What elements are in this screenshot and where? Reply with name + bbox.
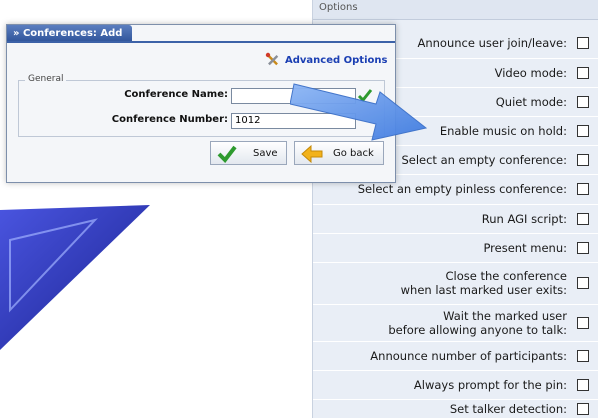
option-row-announce-participants: Announce number of participants:	[313, 341, 598, 371]
option-label-line: Wait the marked user	[443, 308, 567, 323]
option-row-wait-marked-user: Wait the marked user before allowing any…	[313, 304, 598, 342]
option-label: Set talker detection:	[449, 401, 567, 416]
option-row-close-conference: Close the conference when last marked us…	[313, 262, 598, 305]
option-label: Enable music on hold:	[439, 123, 567, 138]
option-checkbox-close-conference[interactable]	[577, 277, 589, 289]
save-button-label: Save	[253, 148, 278, 159]
option-label-line: before allowing anyone to talk:	[388, 322, 567, 337]
arrow-left-icon	[301, 145, 323, 163]
advanced-options-label: Advanced Options	[285, 55, 388, 66]
dialog-title: » Conferences: Add	[7, 25, 132, 42]
option-checkbox-wait-marked-user[interactable]	[577, 316, 589, 329]
general-legend: General	[25, 74, 67, 84]
go-back-button-label: Go back	[333, 148, 374, 159]
option-checkbox-present-menu[interactable]	[577, 241, 589, 254]
option-label-line: when last marked user exits:	[400, 283, 567, 297]
option-checkbox-prompt-pin[interactable]	[577, 378, 589, 391]
decorative-triangle-graphic	[0, 205, 150, 350]
option-checkbox-video-mode[interactable]	[577, 66, 589, 79]
option-label: Quiet mode:	[495, 94, 567, 109]
option-checkbox-empty-conference[interactable]	[577, 153, 589, 166]
conference-number-label: Conference Number:	[111, 114, 228, 125]
option-checkbox-talker-detection[interactable]	[577, 402, 589, 415]
option-label-line: Close the conference	[445, 269, 567, 283]
option-row-prompt-pin: Always prompt for the pin:	[313, 370, 598, 400]
save-button[interactable]: Save	[210, 141, 287, 165]
dialog-title-bar	[7, 41, 395, 43]
option-label: Announce user join/leave:	[417, 36, 567, 50]
tools-icon	[265, 52, 279, 66]
conference-name-label: Conference Name:	[124, 89, 228, 100]
option-label: Announce number of participants:	[370, 348, 567, 363]
option-checkbox-announce-join-leave[interactable]	[577, 37, 589, 49]
pointer-arrow-icon	[290, 83, 428, 141]
option-label: Present menu:	[483, 240, 567, 255]
options-header: Options	[313, 0, 598, 20]
option-label: Run AGI script:	[481, 211, 567, 226]
option-checkbox-empty-pinless-conference[interactable]	[577, 183, 589, 195]
option-row-run-agi-script: Run AGI script:	[313, 204, 598, 234]
checkmark-icon	[217, 145, 237, 163]
option-checkbox-quiet-mode[interactable]	[577, 95, 589, 108]
option-checkbox-music-on-hold[interactable]	[577, 124, 589, 137]
option-label: Select an empty pinless conference:	[357, 182, 567, 196]
option-row-talker-detection: Set talker detection:	[313, 399, 598, 418]
option-label: Select an empty conference:	[401, 152, 567, 167]
option-row-present-menu: Present menu:	[313, 233, 598, 263]
option-label: Always prompt for the pin:	[413, 377, 567, 392]
option-label: Video mode:	[494, 65, 567, 80]
option-checkbox-run-agi-script[interactable]	[577, 212, 589, 225]
option-label: Close the conference when last marked us…	[401, 269, 567, 297]
go-back-button[interactable]: Go back	[294, 141, 384, 165]
option-label: Wait the marked user before allowing any…	[388, 309, 567, 337]
option-checkbox-announce-participants[interactable]	[577, 349, 589, 362]
